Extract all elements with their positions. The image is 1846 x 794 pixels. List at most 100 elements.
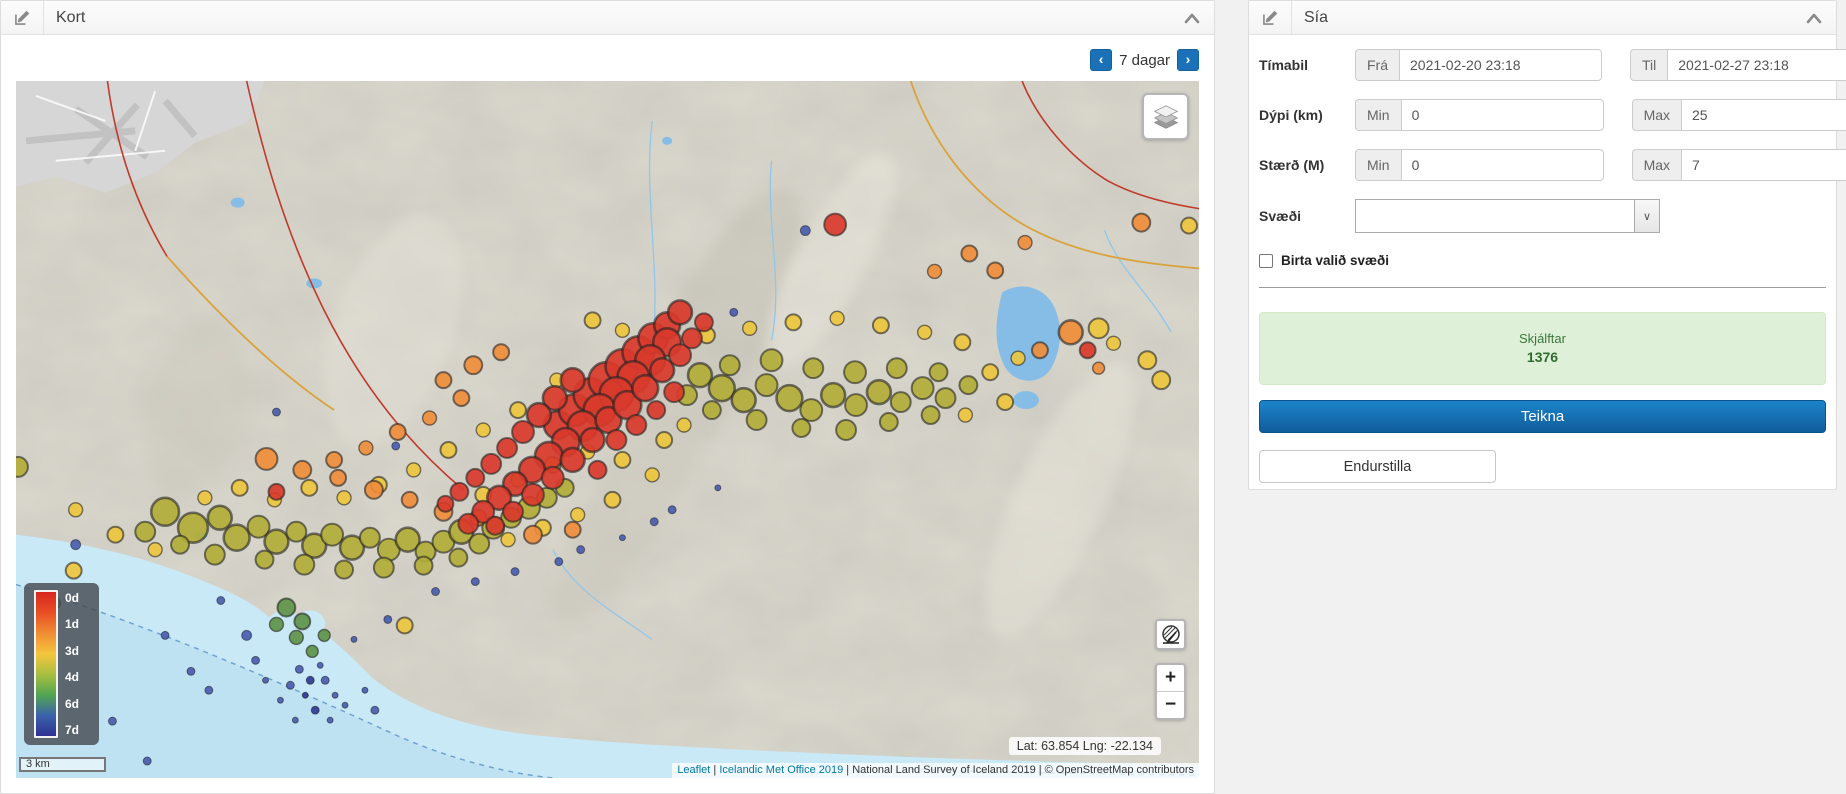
quake-marker[interactable] [747,410,767,430]
magnitude-min-input[interactable] [1401,149,1604,181]
quake-marker[interactable] [503,502,523,522]
zoom-out-button[interactable]: − [1157,692,1184,719]
quake-marker[interactable] [800,226,810,236]
from-date-input[interactable] [1399,49,1602,81]
quake-marker[interactable] [1181,218,1197,234]
quake-marker[interactable] [326,452,342,468]
quake-marker[interactable] [277,697,283,703]
leaflet-link[interactable]: Leaflet [677,764,710,776]
quake-marker[interactable] [650,518,658,526]
quake-marker[interactable] [664,382,684,402]
quake-marker[interactable] [524,526,542,544]
quake-marker[interactable] [407,463,421,477]
quake-marker[interactable] [436,372,452,388]
quake-marker[interactable] [873,317,889,333]
quake-marker[interactable] [803,358,823,378]
quake-marker[interactable] [217,597,225,605]
quake-marker[interactable] [270,617,284,631]
quake-marker[interactable] [224,525,250,551]
quake-marker[interactable] [497,438,517,458]
quake-marker[interactable] [645,468,659,482]
quake-marker[interactable] [438,496,454,512]
quake-marker[interactable] [561,448,585,472]
quake-marker[interactable] [954,334,970,350]
magnitude-max-input[interactable] [1681,149,1846,181]
quake-marker[interactable] [423,411,437,425]
quake-marker[interactable] [581,428,605,452]
quake-marker[interactable] [561,368,585,392]
quake-marker[interactable] [256,551,274,569]
quake-marker[interactable] [1107,336,1121,350]
quake-marker[interactable] [362,687,368,693]
quake-marker[interactable] [493,344,509,360]
quake-marker[interactable] [205,545,225,565]
quake-marker[interactable] [844,361,866,383]
quake-marker[interactable] [565,522,581,538]
quake-marker[interactable] [269,484,285,500]
imo-link[interactable]: Icelandic Met Office 2019 [719,764,843,776]
quake-marker[interactable] [619,535,625,541]
depth-min-input[interactable] [1401,99,1604,131]
quake-marker[interactable] [486,517,504,535]
quake-marker[interactable] [453,390,469,406]
quake-marker[interactable] [466,469,484,487]
reset-button[interactable]: Endurstilla [1259,450,1496,483]
quake-marker[interactable] [171,536,189,554]
quake-marker[interactable] [198,491,212,505]
quake-marker[interactable] [151,498,179,526]
quake-marker[interactable] [522,484,544,506]
quake-marker[interactable] [585,312,601,328]
quake-marker[interactable] [647,401,665,419]
quake-marker[interactable] [987,262,1003,278]
quake-marker[interactable] [555,558,563,566]
quake-marker[interactable] [205,686,213,694]
collapse-map-panel-icon[interactable] [1184,12,1200,24]
quake-marker[interactable] [958,408,972,422]
quake-marker[interactable] [1132,214,1150,232]
quake-marker[interactable] [148,543,162,557]
quake-marker[interactable] [961,246,977,262]
quake-marker[interactable] [880,413,898,431]
quake-marker[interactable] [294,613,310,629]
quake-marker[interactable] [330,470,346,486]
quake-marker[interactable] [371,706,379,714]
quake-marker[interactable] [135,522,155,542]
quake-marker[interactable] [327,717,333,723]
show-area-checkbox[interactable] [1259,254,1273,268]
quake-marker[interactable] [703,401,721,419]
quake-marker[interactable] [306,645,318,657]
quake-marker[interactable] [415,557,433,575]
quake-marker[interactable] [1089,318,1109,338]
collapse-filter-panel-icon[interactable] [1806,12,1822,24]
quake-marker[interactable] [715,485,721,491]
quake-marker[interactable] [342,702,348,708]
quake-marker[interactable] [440,442,456,458]
zoom-in-button[interactable]: + [1157,665,1184,692]
edit-icon[interactable] [1,1,44,34]
quake-marker[interactable] [476,423,490,437]
quake-marker[interactable] [187,667,195,675]
quake-marker[interactable] [392,442,400,450]
quake-marker[interactable] [668,300,692,324]
quake-marker[interactable] [928,264,942,278]
quake-marker[interactable] [302,692,308,698]
quake-marker[interactable] [891,392,911,412]
quake-marker[interactable] [615,323,629,337]
quake-marker[interactable] [800,399,822,421]
quake-marker[interactable] [321,676,329,684]
leaflet-map[interactable]: + − 0d1d3d4d6d7d 3 km Lat: 63.854 Lng: -… [16,81,1199,778]
quake-marker[interactable] [317,662,323,668]
quake-marker[interactable] [301,480,317,496]
quake-marker[interactable] [677,418,691,432]
quake-marker[interactable] [501,533,515,547]
quake-marker[interactable] [294,555,314,575]
quake-marker[interactable] [263,677,269,683]
quake-marker[interactable] [108,717,116,725]
quake-marker[interactable] [785,314,801,330]
quake-marker[interactable] [887,358,907,378]
quake-marker[interactable] [607,430,627,450]
quake-marker[interactable] [318,629,330,641]
quake-marker[interactable] [695,313,713,331]
quake-marker[interactable] [1032,342,1048,358]
quake-marker[interactable] [743,321,757,335]
